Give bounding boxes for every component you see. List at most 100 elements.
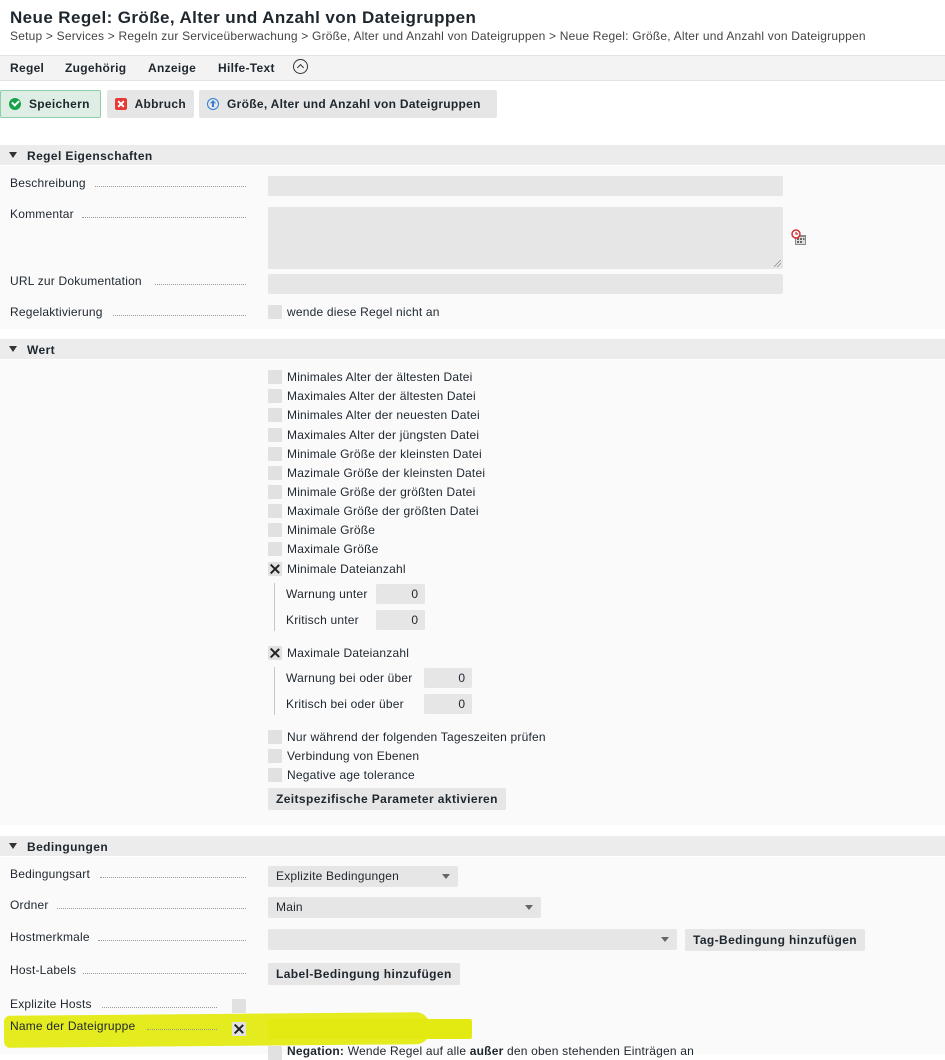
max-file-count-label[interactable]: Maximale Dateianzahl <box>287 646 409 660</box>
max-crit-label: Kritisch bei oder über <box>286 697 404 711</box>
add-tag-condition-button[interactable]: Tag-Bedingung hinzufügen <box>685 929 866 951</box>
collapse-menu-icon[interactable] <box>293 59 308 74</box>
cancel-button[interactable]: Abbruch <box>107 90 194 118</box>
option-checkbox[interactable] <box>268 542 282 556</box>
option-checkbox[interactable] <box>268 523 282 537</box>
filegroup-name-checkbox[interactable] <box>232 1022 246 1036</box>
option-label[interactable]: Verbindung von Ebenen <box>287 749 419 763</box>
disable-rule-checkbox[interactable] <box>268 305 282 319</box>
negation-label[interactable]: Negation: Wende Regel auf alle außer den… <box>287 1044 694 1058</box>
indent-line <box>274 667 275 715</box>
min-file-count-label[interactable]: Minimale Dateianzahl <box>287 562 406 576</box>
section-title-value: Wert <box>27 343 56 357</box>
host-tags-select[interactable] <box>268 929 677 950</box>
min-warn-label: Warnung unter <box>286 587 368 601</box>
option-checkbox[interactable] <box>268 408 282 422</box>
cancel-icon <box>115 98 127 110</box>
comment-label: Kommentar <box>10 207 74 221</box>
explicit-hosts-checkbox[interactable] <box>232 999 246 1013</box>
parent-ruleset-button[interactable]: Größe, Alter und Anzahl von Dateigruppen <box>199 90 497 118</box>
negation-text: den oben stehenden Einträgen an <box>507 1044 695 1058</box>
min-warn-input[interactable]: 0 <box>376 584 425 604</box>
section-title-conditions: Bedingungen <box>27 840 109 854</box>
page-title: Neue Regel: Größe, Alter und Anzahl von … <box>10 8 477 27</box>
chevron-down-icon <box>442 874 450 879</box>
option-checkbox[interactable] <box>268 768 282 782</box>
section-title-properties: Regel Eigenschaften <box>27 149 153 163</box>
option-label[interactable]: Minimale Größe der kleinsten Datei <box>287 447 482 461</box>
option-label[interactable]: Nur während der folgenden Tageszeiten pr… <box>287 730 546 744</box>
chevron-down-icon <box>525 905 533 910</box>
option-label[interactable]: Maximales Alter der ältesten Datei <box>287 389 476 403</box>
explicit-hosts-label: Explizite Hosts <box>10 997 92 1011</box>
menu-regel[interactable]: Regel <box>10 61 44 75</box>
condition-type-label: Bedingungsart <box>10 867 90 881</box>
menu-zugehoerig[interactable]: Zugehörig <box>65 61 126 75</box>
breadcrumb[interactable]: Setup > Services > Regeln zur Serviceübe… <box>10 29 866 43</box>
option-checkbox[interactable] <box>268 749 282 763</box>
option-checkbox[interactable] <box>268 485 282 499</box>
save-button-label: Speichern <box>29 97 90 111</box>
dotted-leader <box>113 315 246 316</box>
section-header-conditions[interactable]: Bedingungen <box>0 836 945 856</box>
parent-ruleset-label: Größe, Alter und Anzahl von Dateigruppen <box>227 97 481 111</box>
section-header-properties[interactable]: Regel Eigenschaften <box>0 145 945 165</box>
min-crit-input[interactable]: 0 <box>376 610 425 630</box>
option-label[interactable]: Maximale Größe der größten Datei <box>287 504 479 518</box>
cancel-button-label: Abbruch <box>134 97 186 111</box>
activation-label: Regelaktivierung <box>10 305 103 319</box>
filegroup-name-input[interactable] <box>268 1019 472 1039</box>
disable-rule-label[interactable]: wende diese Regel nicht an <box>287 305 440 319</box>
collapse-triangle-icon <box>9 346 17 352</box>
min-crit-label: Kritisch unter <box>286 613 359 627</box>
option-checkbox[interactable] <box>268 428 282 442</box>
section-header-value[interactable]: Wert <box>0 339 945 359</box>
option-checkbox[interactable] <box>268 447 282 461</box>
option-checkbox[interactable] <box>268 389 282 403</box>
comment-textarea[interactable] <box>268 207 783 269</box>
url-input[interactable] <box>268 274 783 294</box>
dotted-leader <box>98 940 246 941</box>
description-input[interactable] <box>268 176 783 196</box>
max-file-count-checkbox[interactable] <box>268 646 282 660</box>
host-labels-label: Host-Labels <box>10 963 77 977</box>
negation-checkbox[interactable] <box>268 1046 282 1060</box>
dotted-leader <box>147 1029 217 1030</box>
option-checkbox[interactable] <box>268 466 282 480</box>
dotted-leader <box>82 217 246 218</box>
menu-hilfe-text[interactable]: Hilfe-Text <box>218 61 275 75</box>
option-label[interactable]: Maximale Größe <box>287 542 379 556</box>
max-crit-input[interactable]: 0 <box>424 694 472 714</box>
negation-except: außer <box>469 1044 504 1058</box>
option-checkbox[interactable] <box>268 730 282 744</box>
option-checkbox[interactable] <box>268 504 282 518</box>
option-label[interactable]: Minimale Größe <box>287 523 375 537</box>
dotted-leader <box>83 973 246 974</box>
min-file-count-checkbox[interactable] <box>268 562 282 576</box>
max-warn-input[interactable]: 0 <box>424 668 472 688</box>
dotted-leader <box>57 908 246 909</box>
calendar-clock-icon[interactable] <box>791 229 807 246</box>
collapse-triangle-icon <box>9 152 17 158</box>
dotted-leader <box>100 877 246 878</box>
option-checkbox[interactable] <box>268 370 282 384</box>
save-button[interactable]: Speichern <box>0 90 101 118</box>
option-label[interactable]: Mazimale Größe der kleinsten Datei <box>287 466 485 480</box>
condition-type-value: Explizite Bedingungen <box>276 869 399 883</box>
option-label[interactable]: Minimale Größe der größten Datei <box>287 485 475 499</box>
option-label[interactable]: Negative age tolerance <box>287 768 415 782</box>
menu-bar: Regel Zugehörig Anzeige Hilfe-Text <box>0 55 945 81</box>
filegroup-name-label: Name der Dateigruppe <box>10 1019 136 1033</box>
description-label: Beschreibung <box>10 176 86 190</box>
chevron-down-icon <box>661 937 669 942</box>
option-label[interactable]: Maximales Alter der jüngsten Datei <box>287 428 479 442</box>
timespecific-button[interactable]: Zeitspezifische Parameter aktivieren <box>268 788 506 810</box>
dotted-leader <box>95 186 246 187</box>
negation-text: Wende Regel auf alle <box>347 1044 467 1058</box>
add-label-condition-button[interactable]: Label-Bedingung hinzufügen <box>268 963 460 985</box>
option-label[interactable]: Minimales Alter der ältesten Datei <box>287 370 473 384</box>
folder-select[interactable]: Main <box>268 897 541 918</box>
option-label[interactable]: Minimales Alter der neuesten Datei <box>287 408 480 422</box>
menu-anzeige[interactable]: Anzeige <box>148 61 196 75</box>
condition-type-select[interactable]: Explizite Bedingungen <box>268 866 458 887</box>
